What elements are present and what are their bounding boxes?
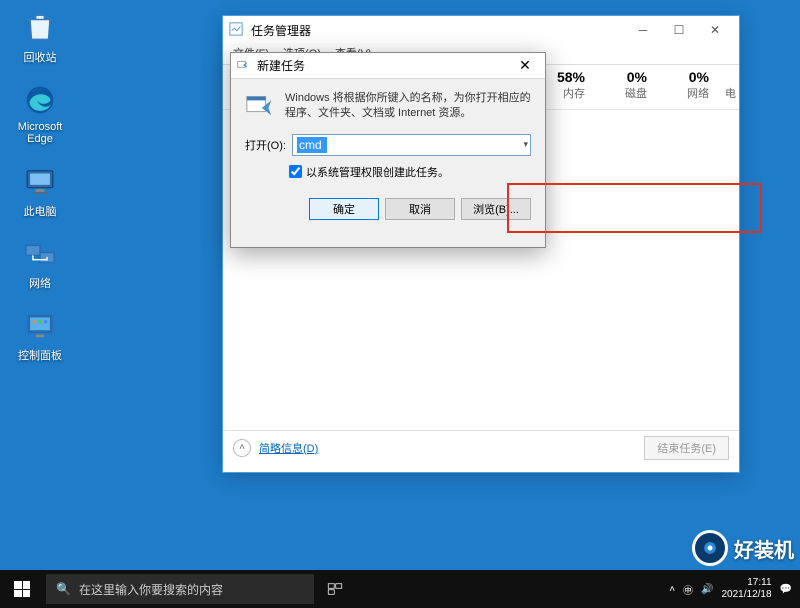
search-placeholder: 在这里输入你要搜索的内容 [79, 581, 223, 598]
tray-volume-icon[interactable]: 🔊 [701, 584, 713, 595]
tm-title-text: 任务管理器 [251, 22, 311, 39]
run-big-icon [245, 91, 275, 121]
tm-app-icon [229, 22, 245, 38]
search-icon: 🔍 [56, 582, 71, 596]
run-close-button[interactable]: ✕ [511, 56, 539, 76]
network-icon [22, 236, 58, 272]
end-task-button[interactable]: 结束任务(E) [644, 436, 729, 460]
windows-logo-icon [14, 581, 30, 597]
run-description: Windows 将根据你所键入的名称，为你打开相应的程序、文件夹、文档或 Int… [285, 91, 531, 122]
col-network[interactable]: 0%网络 [655, 65, 717, 109]
task-view-button[interactable] [314, 570, 356, 608]
run-dialog: 新建任务 ✕ Windows 将根据你所键入的名称，为你打开相应的程序、文件夹、… [230, 52, 546, 248]
ok-button[interactable]: 确定 [309, 198, 379, 220]
admin-checkbox-label: 以系统管理权限创建此任务。 [306, 164, 449, 180]
start-button[interactable] [0, 570, 44, 608]
close-button[interactable]: ✕ [697, 18, 733, 42]
browse-button[interactable]: 浏览(B)... [461, 198, 531, 220]
search-box[interactable]: 🔍 在这里输入你要搜索的内容 [46, 574, 314, 604]
notifications-icon[interactable]: 💬 [780, 584, 792, 595]
run-input[interactable] [297, 137, 327, 153]
run-icon [237, 59, 251, 73]
run-titlebar[interactable]: 新建任务 ✕ [231, 53, 545, 79]
watermark: 好装机 [692, 530, 794, 566]
tm-footer: ˄ 简略信息(D) 结束任务(E) [223, 430, 739, 464]
minimize-button[interactable]: ─ [625, 18, 661, 42]
col-disk[interactable]: 0%磁盘 [593, 65, 655, 109]
recycle-bin-icon [22, 10, 58, 46]
tray-chevron-icon[interactable]: ˄ [669, 584, 675, 595]
run-title-text: 新建任务 [257, 57, 305, 74]
watermark-logo-icon [692, 530, 728, 566]
control-panel-icon [22, 308, 58, 344]
tm-titlebar[interactable]: 任务管理器 ─ ☐ ✕ [223, 16, 739, 44]
system-tray[interactable]: ˄ ㊥ 🔊 17:11 2021/12/18 💬 [669, 577, 800, 601]
col-power[interactable]: 电 [717, 65, 739, 109]
desktop-icon-network[interactable]: 网络 [10, 236, 70, 291]
desktop-icon-control-panel[interactable]: 控制面板 [10, 308, 70, 363]
maximize-button[interactable]: ☐ [661, 18, 697, 42]
clock[interactable]: 17:11 2021/12/18 [721, 577, 771, 601]
expand-toggle-icon[interactable]: ˄ [233, 439, 251, 457]
desktop-icon-this-pc[interactable]: 此电脑 [10, 164, 70, 219]
cancel-button[interactable]: 取消 [385, 198, 455, 220]
tray-ime-icon[interactable]: ㊥ [683, 582, 693, 597]
pc-icon [22, 164, 58, 200]
taskbar: 🔍 在这里输入你要搜索的内容 ˄ ㊥ 🔊 17:11 2021/12/18 💬 [0, 570, 800, 608]
edge-icon [22, 82, 58, 118]
desktop-icon-edge[interactable]: Microsoft Edge [10, 82, 70, 145]
run-input-combo[interactable]: ▾ [292, 134, 531, 156]
desktop-icon-recycle-bin[interactable]: 回收站 [10, 10, 70, 65]
admin-checkbox[interactable] [289, 165, 302, 178]
brief-info-link[interactable]: 简略信息(D) [259, 440, 318, 456]
run-open-label: 打开(O): [245, 137, 286, 153]
dropdown-icon[interactable]: ▾ [523, 139, 528, 150]
